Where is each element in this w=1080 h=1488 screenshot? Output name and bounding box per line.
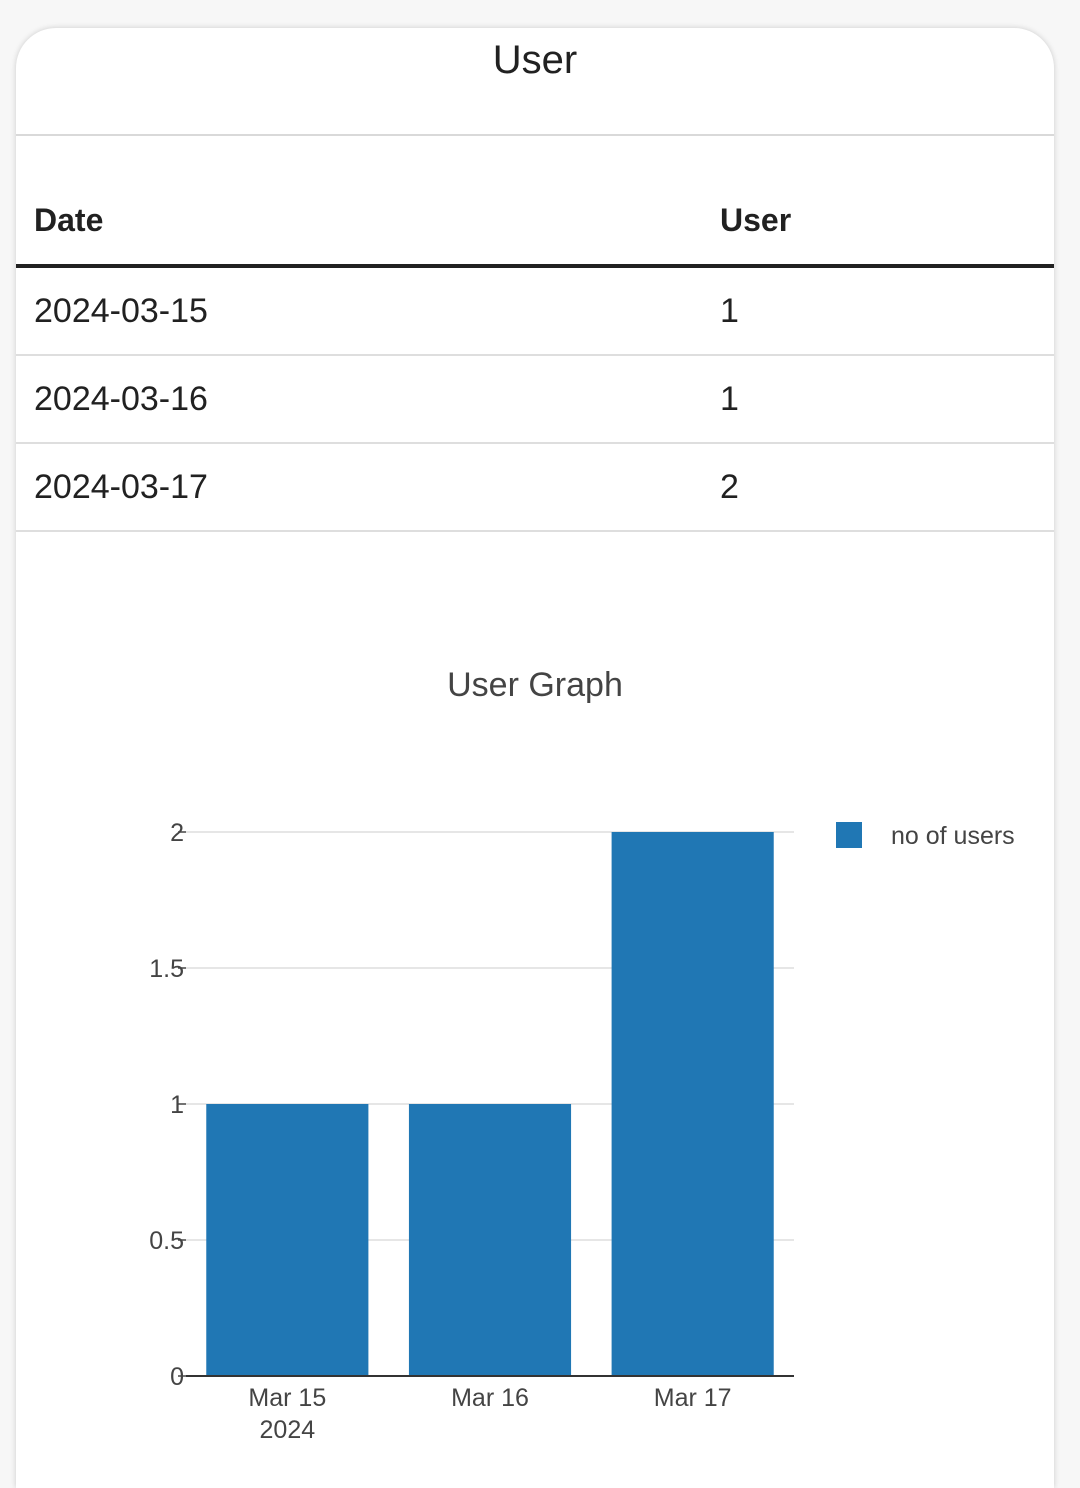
- x-tick-label: Mar 15: [248, 1384, 326, 1412]
- title-divider: [16, 134, 1054, 136]
- page-title: User: [492, 38, 578, 82]
- cell-user: 2: [702, 443, 1054, 532]
- legend-swatch: [836, 822, 862, 848]
- table-header-row: Date User: [16, 176, 1054, 268]
- x-tick-label: Mar 16: [451, 1384, 529, 1412]
- y-tick-label: 1: [170, 1091, 184, 1119]
- chart-container: User Graph 0 0.5 1 1.5 2 Mar 15 2024 Mar 16 Mar …: [16, 588, 1054, 1488]
- y-tick-label: 1.5: [149, 955, 184, 983]
- bars: [206, 832, 774, 1376]
- y-tick-label: 0: [170, 1363, 184, 1391]
- header-user: User: [702, 176, 1054, 268]
- table-row: 2024-03-16 1: [16, 355, 1054, 444]
- x-tick-label: Mar 17: [654, 1384, 732, 1412]
- cell-user: 1: [702, 266, 1054, 356]
- cell-date: 2024-03-17: [16, 443, 702, 532]
- user-graph-chart: User Graph 0 0.5 1 1.5 2 Mar 15 2024 Mar 16 Mar …: [149, 666, 1015, 1444]
- header-date: Date: [16, 176, 702, 268]
- bar: [206, 1104, 369, 1376]
- bar: [611, 832, 774, 1376]
- y-tick-label: 0.5: [149, 1227, 184, 1255]
- x-tick-year-label: 2024: [260, 1416, 316, 1444]
- table-row: 2024-03-17 2: [16, 443, 1054, 532]
- user-card: User Date User 2024-03-15 1 2024-03-16 1…: [16, 28, 1054, 1488]
- table-row: 2024-03-15 1: [16, 266, 1054, 356]
- bar: [408, 1104, 572, 1376]
- legend: no of users: [836, 822, 1015, 850]
- cell-date: 2024-03-16: [16, 355, 702, 444]
- y-tick-label: 2: [170, 819, 184, 847]
- user-table: Date User 2024-03-15 1 2024-03-16 1 2024…: [16, 176, 1054, 532]
- cell-date: 2024-03-15: [16, 266, 702, 356]
- legend-label: no of users: [891, 822, 1015, 850]
- chart-title: User Graph: [447, 666, 623, 704]
- cell-user: 1: [702, 355, 1054, 444]
